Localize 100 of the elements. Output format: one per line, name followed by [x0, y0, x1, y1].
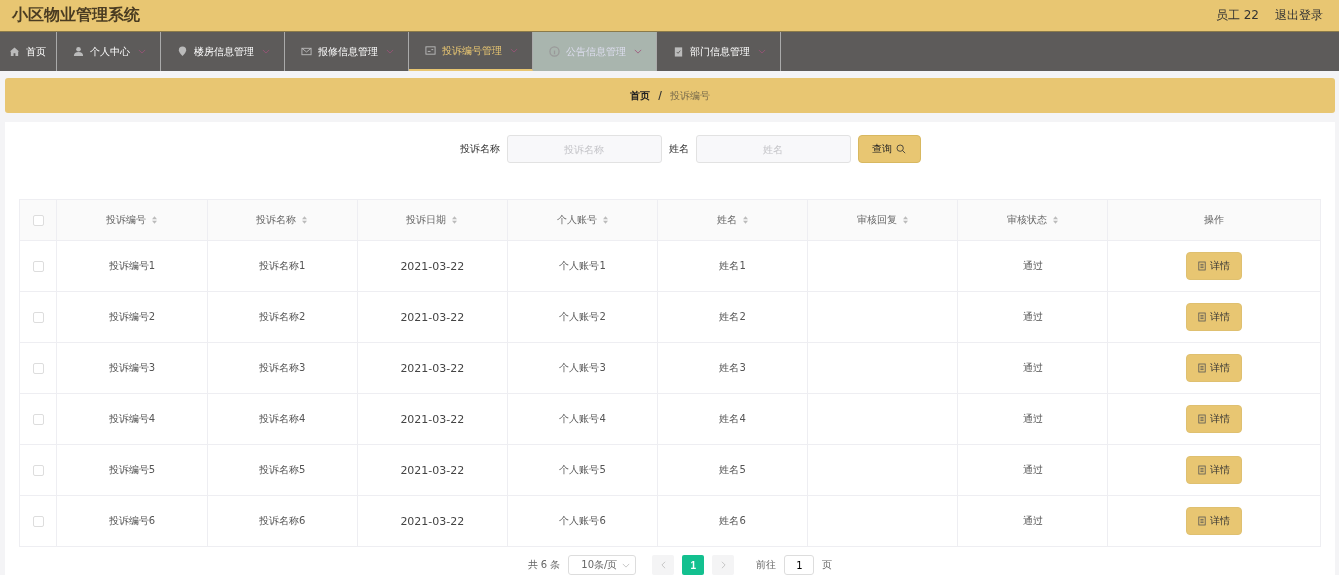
- user-icon: [73, 46, 84, 57]
- nav-tab[interactable]: 个人中心: [57, 32, 161, 71]
- card-icon: [425, 45, 436, 56]
- details-button[interactable]: 详情: [1186, 405, 1243, 433]
- checkbox[interactable]: [32, 214, 44, 226]
- chevron-down-icon: [622, 562, 631, 568]
- document-icon: [1198, 312, 1207, 322]
- clipboard-icon: [673, 46, 684, 57]
- details-button[interactable]: 详情: [1186, 507, 1243, 535]
- document-icon: [1198, 414, 1207, 424]
- table-cell: 投诉编号1: [108, 260, 156, 271]
- table-cell: 2021-03-22: [400, 463, 465, 477]
- table-cell: 通过: [1022, 515, 1043, 526]
- table-cell: 个人账号5: [559, 464, 606, 475]
- nav-tab[interactable]: 报修信息管理: [285, 32, 409, 71]
- table-cell: 姓名2: [719, 311, 746, 322]
- mail-icon: [301, 46, 312, 57]
- column-header: 操作: [1204, 213, 1225, 227]
- checkbox[interactable]: [32, 464, 44, 476]
- sort-icon[interactable]: [301, 215, 309, 225]
- checkbox[interactable]: [32, 362, 44, 374]
- nav-tab[interactable]: 楼房信息管理: [161, 32, 285, 71]
- sort-icon[interactable]: [601, 215, 609, 225]
- table-cell: 通过: [1022, 464, 1043, 475]
- details-button[interactable]: 详情: [1186, 456, 1243, 484]
- info-icon: [549, 46, 560, 57]
- table-cell: 通过: [1022, 362, 1043, 373]
- breadcrumb-current: 投诉编号: [669, 88, 710, 103]
- search-icon: [896, 144, 906, 154]
- table-cell: 通过: [1022, 311, 1043, 322]
- document-icon: [1198, 516, 1207, 526]
- table-cell: 投诉编号2: [108, 311, 156, 322]
- table-cell: 姓名5: [719, 464, 746, 475]
- table-cell: 通过: [1022, 413, 1043, 424]
- table-cell: 投诉名称3: [258, 362, 306, 373]
- table-cell: 姓名1: [719, 260, 746, 271]
- details-button[interactable]: 详情: [1186, 303, 1243, 331]
- column-header: 审核回复: [856, 213, 897, 227]
- checkbox[interactable]: [32, 311, 44, 323]
- sort-icon[interactable]: [741, 215, 749, 225]
- chevron-left-icon: [660, 561, 666, 569]
- table-cell: 2021-03-22: [400, 361, 465, 375]
- sort-icon[interactable]: [1051, 215, 1059, 225]
- table-cell: 投诉编号5: [108, 464, 156, 475]
- nav-tab[interactable]: 首页: [0, 32, 57, 71]
- document-icon: [1198, 261, 1207, 271]
- table-cell: 投诉名称4: [258, 413, 306, 424]
- table-cell: 投诉编号3: [108, 362, 156, 373]
- table-cell: 投诉名称1: [258, 260, 306, 271]
- sort-icon[interactable]: [151, 215, 158, 225]
- checkbox[interactable]: [32, 260, 44, 272]
- breadcrumb-link[interactable]: 首页: [630, 88, 651, 103]
- table-cell: 姓名3: [719, 362, 746, 373]
- page-suffix: 页: [822, 558, 833, 572]
- logout-link[interactable]: 退出登录: [1275, 7, 1323, 24]
- page-size-select[interactable]: 10条/页: [568, 555, 637, 575]
- total-count: 共 6 条: [527, 558, 561, 572]
- table-cell: 投诉名称6: [258, 515, 306, 526]
- table-cell: 个人账号4: [559, 413, 606, 424]
- checkbox[interactable]: [32, 413, 44, 425]
- goto-label: 前往: [756, 558, 777, 572]
- table-cell: 通过: [1022, 260, 1043, 271]
- next-page-button[interactable]: [712, 555, 735, 575]
- details-button[interactable]: 详情: [1186, 354, 1243, 382]
- field-label: 姓名: [668, 142, 689, 156]
- nav-tab[interactable]: 部门信息管理: [657, 32, 781, 71]
- sort-icon[interactable]: [451, 215, 459, 225]
- table-cell: 个人账号2: [559, 311, 606, 322]
- pin-icon: [177, 46, 188, 57]
- details-button[interactable]: 详情: [1186, 252, 1243, 280]
- breadcrumb-separator: /: [658, 90, 662, 101]
- column-header: 投诉名称: [256, 213, 297, 227]
- table-cell: 姓名4: [719, 413, 746, 424]
- page-input[interactable]: 1: [784, 555, 815, 575]
- column-header: 个人账号: [556, 213, 597, 227]
- column-header: 投诉编号: [106, 213, 146, 227]
- table-cell: 2021-03-22: [400, 412, 465, 426]
- search-button[interactable]: 查询: [857, 135, 921, 163]
- document-icon: [1198, 465, 1207, 475]
- table-cell: 个人账号6: [559, 515, 606, 526]
- table-cell: 投诉编号6: [108, 515, 156, 526]
- field-label: 投诉名称: [459, 142, 500, 156]
- table-cell: 投诉名称2: [258, 311, 306, 322]
- table-cell: 2021-03-22: [400, 514, 465, 528]
- table-cell: 投诉名称5: [258, 464, 306, 475]
- table-cell: 个人账号1: [559, 260, 606, 271]
- previous-page-button[interactable]: [652, 555, 675, 575]
- table-cell: 个人账号3: [559, 362, 606, 373]
- app-title: 小区物业管理系统: [12, 5, 140, 26]
- document-icon: [1198, 363, 1207, 373]
- table-cell: 2021-03-22: [400, 259, 465, 273]
- table-cell: 投诉编号4: [108, 413, 156, 424]
- column-header: 投诉日期: [406, 213, 447, 227]
- home-icon: [8, 46, 20, 57]
- column-header: 姓名: [716, 213, 737, 227]
- chevron-right-icon: [720, 561, 726, 569]
- user-name: 员工 22: [1215, 7, 1259, 24]
- table-cell: 姓名6: [719, 515, 746, 526]
- checkbox[interactable]: [32, 515, 44, 527]
- sort-icon[interactable]: [901, 215, 909, 225]
